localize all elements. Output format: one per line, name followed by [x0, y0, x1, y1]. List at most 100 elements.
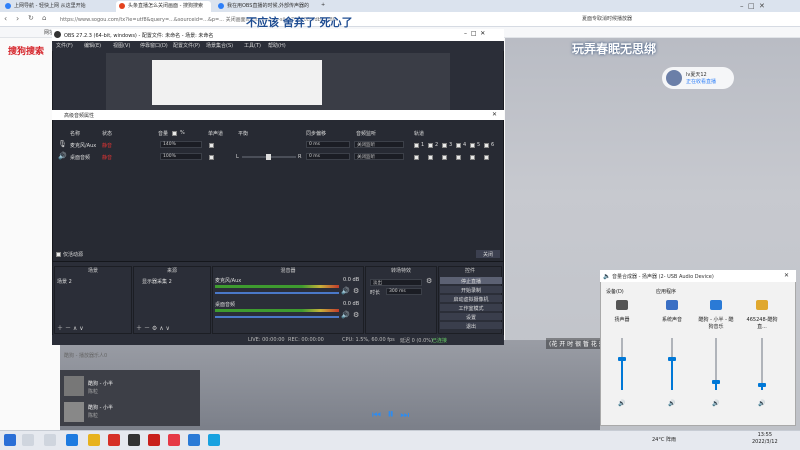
- obs-window-controls[interactable]: – □ ✕: [464, 30, 485, 37]
- studio-mode-button[interactable]: 工作室模式: [440, 304, 502, 312]
- mute-status[interactable]: 静音: [102, 154, 112, 161]
- search-icon[interactable]: [22, 434, 34, 446]
- promo-link[interactable]: 夏面专取消时候播放器: [582, 15, 632, 22]
- track-checkbox[interactable]: [470, 155, 475, 160]
- mono-checkbox[interactable]: [209, 155, 214, 160]
- next-icon[interactable]: ⏭: [400, 410, 409, 421]
- track-checkbox[interactable]: [428, 143, 433, 148]
- track-checkbox[interactable]: [414, 155, 419, 160]
- volume-input[interactable]: 100%: [160, 153, 202, 160]
- weather-widget[interactable]: 24°C 阵雨: [652, 436, 676, 443]
- sync-offset-input[interactable]: 0 ms: [306, 153, 350, 160]
- transition-select[interactable]: 淡出: [370, 279, 422, 286]
- stop-streaming-button[interactable]: 停止直播: [440, 277, 502, 285]
- live-taskbar-icon[interactable]: [168, 434, 180, 446]
- speaker-icon[interactable]: 🔊: [668, 400, 675, 407]
- duration-input[interactable]: 300 ms: [386, 288, 422, 295]
- speaker-icon[interactable]: 🔊: [341, 312, 350, 319]
- close-icon[interactable]: ✕: [492, 111, 497, 118]
- refresh-icon[interactable]: ↻: [28, 14, 34, 22]
- maximize-icon[interactable]: □: [748, 2, 755, 10]
- obs-taskbar-icon[interactable]: [128, 434, 140, 446]
- settings-button[interactable]: 设置: [440, 313, 502, 321]
- volume-slider-thumb[interactable]: [668, 357, 676, 361]
- up-icon[interactable]: ∧: [159, 325, 163, 332]
- task-view-icon[interactable]: [44, 434, 56, 446]
- dialog-close-button[interactable]: 关闭: [476, 250, 500, 258]
- track-checkbox[interactable]: [456, 143, 461, 148]
- balance-slider-handle[interactable]: [266, 154, 271, 160]
- menu-docks[interactable]: 停靠窗口(D): [140, 42, 168, 49]
- mono-checkbox[interactable]: [209, 143, 214, 148]
- source-item[interactable]: 显示器采集 2: [134, 278, 210, 285]
- app-taskbar-icon[interactable]: [108, 434, 120, 446]
- browser-taskbar-icon[interactable]: [66, 434, 78, 446]
- mute-status[interactable]: 静音: [102, 142, 112, 149]
- minimize-icon[interactable]: –: [740, 2, 744, 10]
- track-title[interactable]: 酷狗 - 小半: [88, 404, 113, 411]
- speaker-icon[interactable]: 🔊: [758, 400, 765, 407]
- up-icon[interactable]: ∧: [73, 325, 77, 332]
- volume-slider[interactable]: [215, 316, 339, 318]
- back-icon[interactable]: ‹: [4, 14, 7, 23]
- gear-icon[interactable]: ⚙: [353, 288, 359, 295]
- menu-file[interactable]: 文件(F): [56, 42, 73, 49]
- system-clock[interactable]: 13:55 2022/3/12: [752, 432, 778, 446]
- volume-slider-thumb[interactable]: [758, 383, 766, 387]
- menu-profile[interactable]: 配置文件(P): [173, 42, 200, 49]
- add-icon[interactable]: ＋: [136, 325, 142, 332]
- browser-tab[interactable]: 我在用OBS直播的时候,外部传声器的: [215, 1, 315, 12]
- start-recording-button[interactable]: 开始录制: [440, 286, 502, 294]
- menu-tools[interactable]: 工具(T): [244, 42, 261, 49]
- down-icon[interactable]: ∨: [166, 325, 170, 332]
- video-taskbar-icon[interactable]: [148, 434, 160, 446]
- edge-taskbar-icon[interactable]: [208, 434, 220, 446]
- track-checkbox[interactable]: [442, 143, 447, 148]
- remove-icon[interactable]: －: [144, 325, 150, 332]
- viewer-card[interactable]: lv夏天12 正在收看直播: [662, 67, 734, 89]
- volume-input[interactable]: 140%: [160, 141, 202, 148]
- browser-tab-active[interactable]: 头条直播怎么关闭画面 - 搜狗搜索: [116, 1, 211, 12]
- remove-icon[interactable]: －: [65, 325, 71, 332]
- scene-item[interactable]: 场景 2: [55, 278, 131, 285]
- track-checkbox[interactable]: [428, 155, 433, 160]
- sogou-logo[interactable]: 搜狗搜索: [8, 44, 44, 57]
- menu-help[interactable]: 帮助(H): [268, 42, 286, 49]
- track-checkbox[interactable]: [456, 155, 461, 160]
- volume-slider-thumb[interactable]: [712, 380, 720, 384]
- gear-icon[interactable]: ⚙: [152, 325, 157, 332]
- pause-icon[interactable]: ⏸: [387, 407, 394, 422]
- add-icon[interactable]: ＋: [57, 325, 63, 332]
- start-icon[interactable]: [4, 434, 16, 446]
- track-checkbox[interactable]: [470, 143, 475, 148]
- exit-button[interactable]: 退出: [440, 322, 502, 330]
- menu-scene-collection[interactable]: 场景集合(S): [206, 42, 233, 49]
- speaker-icon[interactable]: 🔊: [712, 400, 719, 407]
- close-icon[interactable]: ✕: [784, 272, 789, 279]
- sync-offset-input[interactable]: 0 ms: [306, 141, 350, 148]
- virtual-camera-button[interactable]: 启动虚拟摄像机: [440, 295, 502, 303]
- forward-icon[interactable]: ›: [16, 14, 19, 23]
- new-tab-button[interactable]: +: [318, 1, 332, 12]
- speaker-icon[interactable]: 🔊: [341, 288, 350, 295]
- track-checkbox[interactable]: [484, 155, 489, 160]
- track-title[interactable]: 酷狗 - 小半: [88, 380, 113, 387]
- track-checkbox[interactable]: [442, 155, 447, 160]
- close-icon[interactable]: ✕: [759, 2, 765, 10]
- speaker-icon[interactable]: 🔊: [618, 400, 625, 407]
- music-taskbar-icon[interactable]: [188, 434, 200, 446]
- track-checkbox[interactable]: [414, 143, 419, 148]
- browser-tab[interactable]: 上网导航 - 轻快上网 从这里开始: [2, 1, 112, 12]
- previous-icon[interactable]: ⏮: [372, 410, 381, 421]
- menu-view[interactable]: 视图(V): [113, 42, 130, 49]
- down-icon[interactable]: ∨: [79, 325, 83, 332]
- track-title[interactable]: 酷狗 - 播放器乐人0: [64, 352, 107, 359]
- folder-taskbar-icon[interactable]: [88, 434, 100, 446]
- home-icon[interactable]: ⌂: [42, 14, 46, 22]
- menu-edit[interactable]: 编辑(E): [84, 42, 101, 49]
- volume-slider-thumb[interactable]: [618, 357, 626, 361]
- volume-percent-checkbox[interactable]: [172, 131, 177, 136]
- gear-icon[interactable]: ⚙: [353, 312, 359, 319]
- monitor-select[interactable]: 关闭监听: [354, 141, 404, 148]
- volume-slider[interactable]: [215, 292, 339, 294]
